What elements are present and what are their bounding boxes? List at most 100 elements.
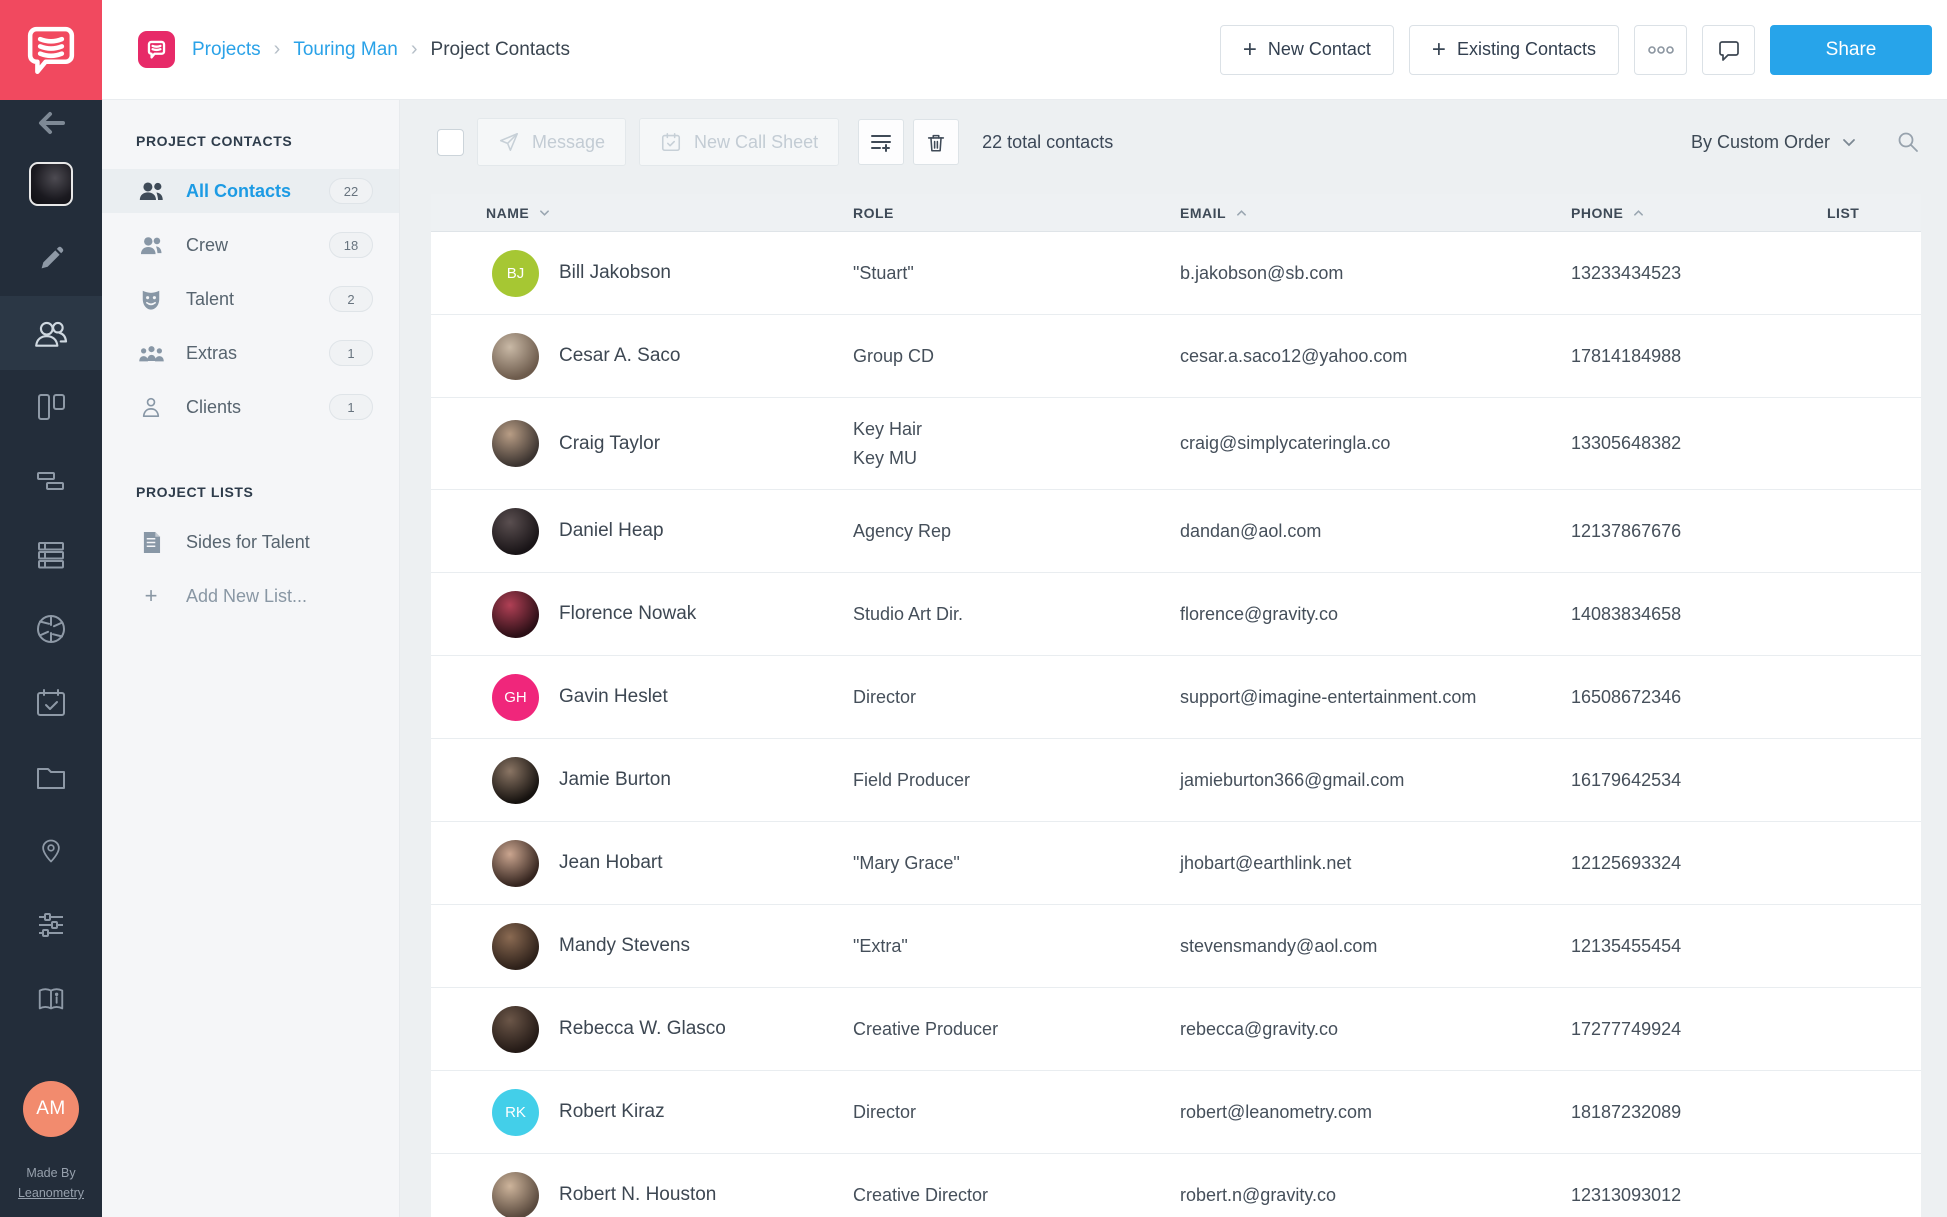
chevron-down-icon (1842, 138, 1856, 147)
rail-item-boards[interactable] (0, 370, 102, 444)
column-header-list[interactable]: LIST (1827, 205, 1921, 221)
contact-name: Bill Jakobson (559, 262, 671, 283)
rail-item-calendar[interactable] (0, 666, 102, 740)
back-button[interactable] (0, 100, 102, 146)
search-icon (1898, 132, 1918, 152)
delete-button[interactable] (913, 119, 960, 165)
rail-item-reports[interactable] (0, 962, 102, 1036)
share-button[interactable]: Share (1770, 24, 1932, 75)
contact-email: rebecca@gravity.co (1180, 1018, 1339, 1039)
breadcrumb-projects[interactable]: Projects (192, 39, 261, 61)
rail-item-files[interactable] (0, 740, 102, 814)
contact-avatar (492, 1171, 539, 1217)
rail-item-locations[interactable] (0, 814, 102, 888)
more-options-button[interactable] (1634, 24, 1687, 75)
sidebar-item-crew[interactable]: Crew 18 (102, 223, 399, 267)
table-row[interactable]: Daniel Heap Agency Rep dandan@aol.com 12… (431, 490, 1921, 573)
contact-email: craig@simplycateringla.co (1180, 433, 1391, 454)
contact-name: Robert Kiraz (559, 1101, 665, 1122)
contact-email: cesar.a.saco12@yahoo.com (1180, 345, 1408, 366)
rail-item-contacts[interactable] (0, 296, 102, 370)
table-row[interactable]: Jean Hobart "Mary Grace" jhobart@earthli… (431, 822, 1921, 905)
sidebar-item-all-contacts[interactable]: All Contacts 22 (102, 169, 399, 213)
contact-phone: 14083834658 (1571, 603, 1682, 624)
sidebar-item-sides-for-talent[interactable]: Sides for Talent (102, 520, 399, 564)
project-app-icon[interactable] (138, 31, 175, 68)
pencil-icon (36, 244, 66, 274)
table-row[interactable]: Robert N. Houston Creative Director robe… (431, 1154, 1921, 1217)
message-button[interactable]: Message (477, 118, 627, 166)
sidebar-item-label: Clients (186, 396, 242, 417)
contact-avatar (492, 756, 539, 804)
project-thumbnail[interactable] (0, 146, 102, 222)
table-row[interactable]: BJ Bill Jakobson "Stuart" b.jakobson@sb.… (431, 232, 1921, 315)
aperture-icon (35, 613, 67, 645)
contact-role: "Stuart" (853, 262, 914, 283)
table-row[interactable]: GH Gavin Heslet Director support@imagine… (431, 656, 1921, 739)
contact-role: "Mary Grace" (853, 852, 960, 873)
sort-caret-icon (1633, 209, 1644, 217)
contact-avatar (492, 507, 539, 555)
contacts-people-icon (33, 318, 69, 348)
sidebar-item-talent[interactable]: Talent 2 (102, 277, 399, 321)
contact-phone: 18187232089 (1571, 1101, 1682, 1122)
new-call-sheet-button[interactable]: New Call Sheet (639, 118, 840, 166)
contact-role: Group CD (853, 345, 935, 366)
contact-name: Daniel Heap (559, 520, 664, 541)
select-all-checkbox[interactable] (437, 128, 464, 156)
sliders-icon (35, 909, 67, 941)
contact-phone: 17814184988 (1571, 345, 1682, 366)
contact-avatar (492, 1005, 539, 1053)
table-row[interactable]: Jamie Burton Field Producer jamieburton3… (431, 739, 1921, 822)
sidebar-item-label: Sides for Talent (186, 531, 310, 552)
user-avatar[interactable]: AM (22, 1081, 79, 1137)
comments-button[interactable] (1702, 24, 1755, 75)
sidebar-item-label: Crew (186, 234, 229, 255)
table-row[interactable]: Craig Taylor Key Hair Key MU craig@simply… (431, 398, 1921, 490)
column-header-phone[interactable]: PHONE (1571, 205, 1827, 221)
contact-email: support@imagine-entertainment.com (1180, 686, 1477, 707)
count-badge: 2 (329, 286, 373, 312)
table-row[interactable]: Mandy Stevens "Extra" stevensmandy@aol.c… (431, 905, 1921, 988)
search-button[interactable] (1896, 130, 1920, 154)
folder-icon (35, 763, 67, 791)
rail-item-stripboard[interactable] (0, 518, 102, 592)
rail-item-shot-list[interactable] (0, 444, 102, 518)
table-row[interactable]: Rebecca W. Glasco Creative Producer rebe… (431, 988, 1921, 1071)
made-by-link[interactable]: Leanometry (18, 1183, 84, 1203)
count-badge: 1 (329, 394, 373, 420)
sort-caret-icon (1236, 209, 1247, 217)
contact-phone: 12137867676 (1571, 520, 1682, 541)
table-row[interactable]: Florence Nowak Studio Art Dir. florence@… (431, 573, 1921, 656)
filter-lines-icon (871, 135, 892, 152)
sidebar-item-clients[interactable]: Clients 1 (102, 385, 399, 429)
breadcrumb-project[interactable]: Touring Man (293, 39, 398, 61)
contact-email: robert@leanometry.com (1180, 1101, 1373, 1122)
contact-phone: 12125693324 (1571, 852, 1682, 873)
contact-role: Director (853, 686, 917, 707)
contact-avatar (492, 839, 539, 887)
new-contact-button[interactable]: + New Contact (1219, 24, 1394, 75)
sidebar-item-extras[interactable]: Extras 1 (102, 331, 399, 375)
sort-chevron-icon (539, 209, 550, 217)
column-header-name[interactable]: NAME (486, 205, 853, 221)
contact-email: jamieburton366@gmail.com (1180, 769, 1405, 790)
calendar-check-icon (35, 687, 67, 719)
rail-item-edit[interactable] (0, 222, 102, 296)
app-logo[interactable] (0, 0, 102, 100)
sort-order-dropdown[interactable]: By Custom Order (1691, 132, 1856, 153)
table-row[interactable]: RK Robert Kiraz Director robert@leanomet… (431, 1071, 1921, 1154)
existing-contacts-button[interactable]: + Existing Contacts (1408, 24, 1619, 75)
column-header-role[interactable]: ROLE (853, 205, 1180, 221)
column-header-email[interactable]: EMAIL (1180, 205, 1571, 221)
rail-item-settings[interactable] (0, 888, 102, 962)
add-new-list-button[interactable]: + Add New List... (102, 574, 399, 618)
contact-avatar (492, 332, 539, 380)
filter-button[interactable] (858, 119, 905, 165)
book-info-icon (35, 984, 67, 1014)
rail-item-shots[interactable] (0, 592, 102, 666)
table-row[interactable]: Cesar A. Saco Group CD cesar.a.saco12@ya… (431, 315, 1921, 398)
location-pin-icon (37, 836, 65, 866)
contact-name: Craig Taylor (559, 432, 661, 454)
contact-avatar (492, 420, 539, 467)
